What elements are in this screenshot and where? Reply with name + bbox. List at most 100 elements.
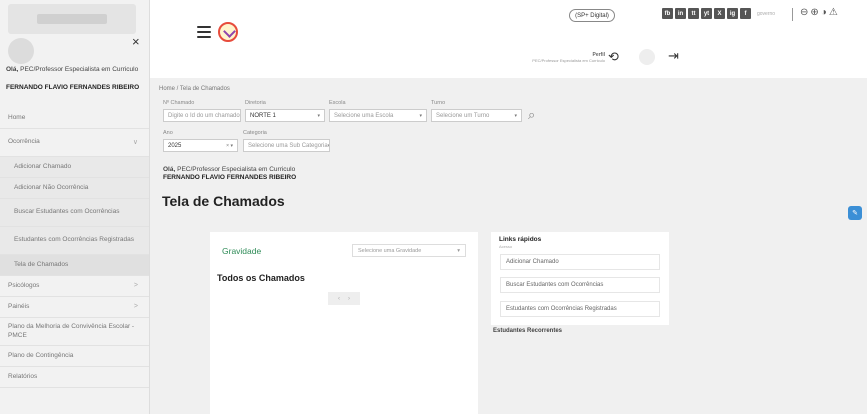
brand-logo [218, 22, 238, 42]
sidebar-item-adicionar-nao-ocorrencia[interactable]: Adicionar Não Ocorrência [0, 178, 149, 199]
diretoria-select[interactable]: NORTE 1 ▾ [245, 109, 325, 122]
sidebar-item-label: Home [8, 113, 26, 121]
quick-links-card: Links rápidos Acesso Adicionar Chamado B… [491, 232, 669, 325]
sidebar-item-label: Ocorrência [8, 138, 40, 146]
x-icon[interactable]: X [714, 8, 725, 19]
quick-link-buscar-estudantes[interactable]: Buscar Estudantes com Ocorrências [500, 277, 660, 293]
search-icon[interactable]: ⌕ [528, 107, 535, 123]
categoria-select[interactable]: Selecione uma Sub Categoria ▾ [243, 139, 330, 152]
sidebar-item-buscar-estudantes[interactable]: Buscar Estudantes com Ocorrências [0, 199, 149, 227]
sidebar-item-label: Psicólogos [8, 281, 40, 289]
chevron-down-icon: ▾ [327, 142, 330, 149]
top-header: (SP+ Digital) fb in tt yt X ig f governo… [150, 0, 867, 78]
turno-label: Turno [431, 100, 446, 106]
sidebar-item-label: Painéis [8, 302, 30, 310]
sidebar-greeting: Olá, PEC/Professor Especialista em Curri… [6, 66, 146, 74]
sidebar-item-tela-de-chamados[interactable]: Tela de Chamados [0, 255, 149, 276]
turno-placeholder: Selecione um Turno [436, 112, 490, 119]
chevron-right-icon: > [133, 282, 138, 290]
sidebar-item-label: Plano de Contingência [8, 351, 74, 359]
greeting-prefix: Olá, [6, 66, 19, 73]
gravidade-label: Gravidade [222, 246, 262, 256]
sidebar-item-adicionar-chamado[interactable]: Adicionar Chamado [0, 157, 149, 178]
profile-selector[interactable]: Perfil PEC/Professor Especialista em Cur… [521, 52, 605, 63]
logout-icon[interactable]: ⇥ [668, 48, 679, 64]
divider [792, 8, 793, 21]
sidebar-item-home[interactable]: Home [0, 108, 149, 129]
sidebar: × Olá, PEC/Professor Especialista em Cur… [0, 0, 150, 414]
sidebar-item-psicologos[interactable]: Psicólogos > [0, 276, 149, 297]
pager-prev-button[interactable]: ‹ [338, 296, 340, 302]
sidebar-item-label: Buscar Estudantes com Ocorrências [14, 208, 120, 216]
sidebar-item-label: Tela de Chamados [14, 260, 69, 268]
chamado-input[interactable]: Digite o Id do um chamado [163, 109, 241, 122]
profile-value: PEC/Professor Especialista em Curriculo [532, 58, 605, 63]
quick-link-adicionar-chamado[interactable]: Adicionar Chamado [500, 254, 660, 270]
breadcrumb[interactable]: Home / Tela de Chamados [159, 86, 230, 92]
sidebar-item-relatorios[interactable]: Relatórios [0, 367, 149, 388]
gravidade-select[interactable]: Selecione uma Gravidade ▾ [352, 244, 466, 257]
zoom-out-icon[interactable]: ⊖ [800, 7, 808, 18]
pager-next-button[interactable]: › [348, 296, 350, 302]
sidebar-nav: Home Ocorrência ∨ Adicionar Chamado Adici… [0, 108, 149, 388]
pagination: ‹ › [328, 292, 360, 305]
hamburger-menu-icon[interactable] [197, 26, 211, 38]
chat-icon[interactable]: ✎ [848, 206, 862, 220]
sidebar-item-plano-contingencia[interactable]: Plano de Contingência [0, 346, 149, 367]
chevron-down-icon: ▾ [457, 247, 460, 254]
todos-chamados-title: Todos os Chamados [217, 273, 305, 283]
greeting-prefix: Olá, [163, 166, 176, 173]
sidebar-item-pmce[interactable]: Plano da Melhoria de Convivência Escolar… [0, 318, 149, 346]
chevron-down-icon: ∨ [132, 138, 138, 146]
escola-select[interactable]: Selecione uma Escola ▾ [329, 109, 427, 122]
sidebar-item-label: Adicionar Chamado [14, 162, 72, 170]
flickr-icon[interactable]: f [740, 8, 751, 19]
warning-icon[interactable]: ⚠ [829, 7, 838, 18]
diretoria-label: Diretoria [245, 100, 266, 106]
zoom-in-icon[interactable]: ⊕ [810, 7, 818, 18]
sidebar-item-label: Plano da Melhoria de Convivência Escolar… [8, 323, 135, 339]
gravidade-placeholder: Selecione uma Gravidade [358, 247, 422, 254]
turno-select[interactable]: Selecione um Turno ▾ [431, 109, 522, 122]
greeting-role: PEC/Professor Especialista em Curriculo [20, 66, 139, 73]
chevron-down-icon: ▾ [514, 112, 517, 119]
linkedin-icon[interactable]: in [675, 8, 686, 19]
switch-profile-icon[interactable]: ⟲ [608, 49, 619, 65]
categoria-label: Categoria [243, 130, 267, 136]
chamado-label: Nº Chamado [163, 100, 195, 106]
ano-select[interactable]: 2025 × ▾ [163, 139, 238, 152]
youtube-icon[interactable]: yt [701, 8, 712, 19]
instagram-icon[interactable]: ig [727, 8, 738, 19]
chamados-card: Gravidade Selecione uma Gravidade ▾ Todos… [210, 232, 478, 414]
sidebar-item-label: Adicionar Não Ocorrência [14, 183, 89, 191]
content-user-name: FERNANDO FLAVIO FERNANDES RIBEIRO [163, 174, 297, 181]
sidebar-item-estudantes-registradas[interactable]: Estudantes com Ocorrências Registradas [0, 227, 149, 255]
sidebar-avatar [8, 38, 34, 64]
escola-placeholder: Selecione uma Escola [334, 112, 394, 119]
diretoria-value: NORTE 1 [250, 112, 276, 119]
categoria-placeholder: Selecione uma Sub Categoria [248, 142, 328, 149]
sidebar-item-ocorrencia[interactable]: Ocorrência ∨ [0, 129, 149, 157]
sidebar-item-label: Relatórios [8, 372, 38, 380]
ano-value: 2025 [168, 142, 182, 149]
clear-dropdown-icon[interactable]: × ▾ [226, 143, 233, 149]
sp-digital-link[interactable]: (SP+ Digital) [569, 9, 615, 22]
sidebar-item-paineis[interactable]: Painéis > [0, 297, 149, 318]
facebook-icon[interactable]: fb [662, 8, 673, 19]
quick-link-estudantes-registradas[interactable]: Estudantes com Ocorrências Registradas [500, 301, 660, 317]
sidebar-user-name: FERNANDO FLAVIO FERNANDES RIBEIRO [6, 84, 140, 91]
accessibility-tools: ⊖ ⊕ ◑ ⚠ [800, 7, 838, 18]
tiktok-icon[interactable]: tt [688, 8, 699, 19]
estudantes-recorrentes-title: Estudantes Recorrentes [493, 328, 563, 334]
quick-links-title: Links rápidos [499, 236, 542, 243]
greeting-role: PEC/Professor Especialista em Curriculo [177, 166, 296, 173]
sidebar-logo [8, 4, 136, 34]
avatar[interactable] [639, 49, 655, 65]
chevron-down-icon: ▾ [419, 112, 422, 119]
close-icon[interactable]: × [132, 35, 140, 48]
social-links: fb in tt yt X ig f [662, 8, 751, 19]
contrast-icon[interactable]: ◑ [821, 7, 827, 18]
chevron-down-icon: ▾ [317, 112, 320, 119]
ano-label: Ano [163, 130, 173, 136]
quick-links-subtitle: Acesso [499, 244, 513, 249]
